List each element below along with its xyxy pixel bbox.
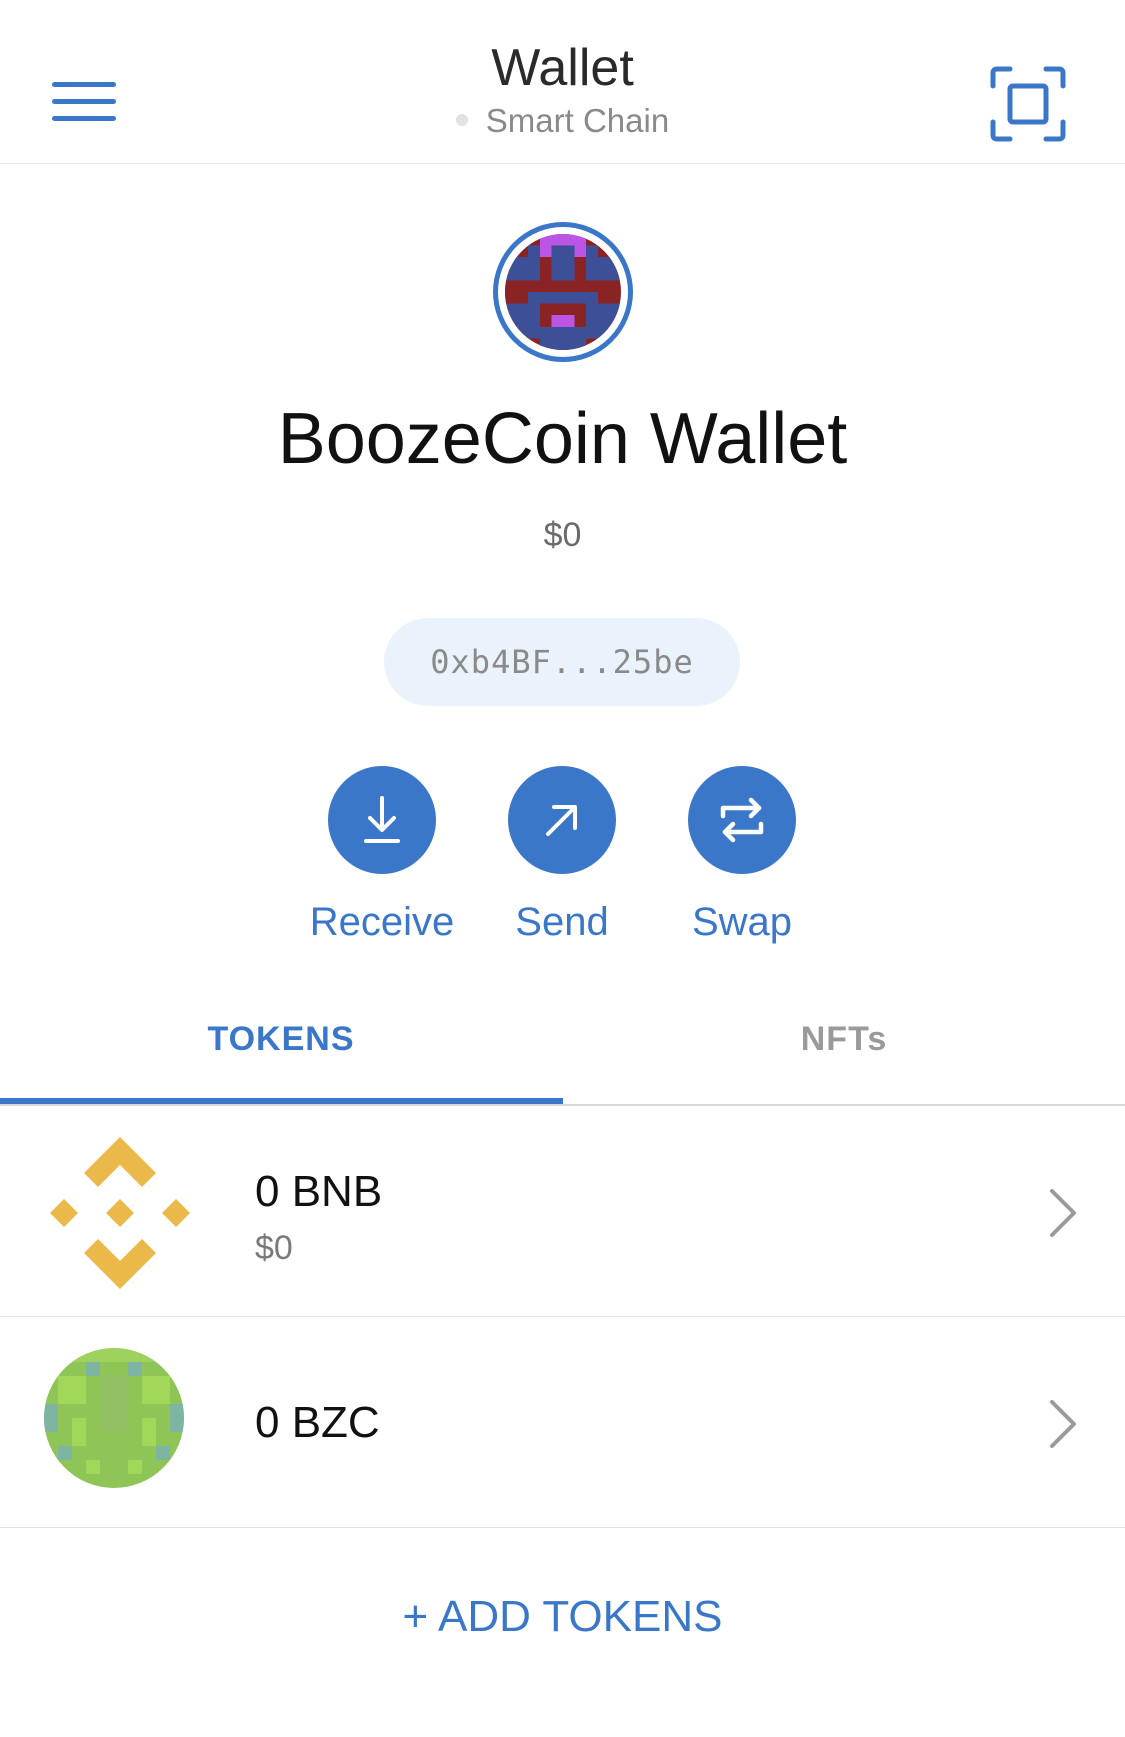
token-fiat-value: $0 [255, 1229, 293, 1267]
account-name[interactable]: BoozeCoin Wallet [0, 398, 1125, 480]
token-amount: 0 BZC [255, 1398, 380, 1447]
account-address-copy[interactable]: 0xb4BF...25be [384, 618, 740, 706]
wallet-screen: Wallet Smart Chain BoozeCoin Wallet $0 0… [0, 0, 1125, 1737]
swap-button[interactable]: Swap [652, 766, 832, 945]
receive-label: Receive [309, 900, 455, 944]
add-tokens-button[interactable]: + ADD TOKENS [0, 1592, 1125, 1642]
account-avatar[interactable] [493, 222, 633, 362]
identicon-icon [505, 234, 621, 350]
send-button[interactable]: Send [472, 766, 652, 945]
download-icon [328, 766, 436, 874]
token-row-bzc[interactable]: 0 BZC [0, 1318, 1125, 1528]
receive-button[interactable]: Receive [292, 766, 472, 945]
token-amount: 0 BNB [255, 1167, 383, 1216]
page-title: Wallet [491, 39, 634, 97]
network-name: Smart Chain [485, 102, 670, 139]
token-row-bnb[interactable]: 0 BNB $0 [0, 1107, 1125, 1317]
tab-nfts[interactable]: NFTs [563, 990, 1125, 1106]
chevron-right-icon [1048, 1187, 1078, 1239]
network-indicator[interactable]: Smart Chain [0, 102, 1125, 140]
tab-tokens[interactable]: TOKENS [0, 990, 562, 1106]
arrow-up-right-icon [508, 766, 616, 874]
send-label: Send [515, 900, 609, 944]
chevron-right-icon [1048, 1398, 1078, 1450]
qr-scan-icon[interactable] [990, 66, 1066, 142]
account-balance: $0 [543, 516, 582, 554]
swap-label: Swap [691, 900, 793, 944]
asset-tabs: TOKENS NFTs [0, 990, 1125, 1106]
top-bar: Wallet Smart Chain [0, 0, 1125, 164]
network-status-dot [455, 114, 468, 127]
tab-divider [0, 1104, 1125, 1106]
bnb-icon [44, 1137, 196, 1294]
bzc-icon [44, 1348, 184, 1493]
swap-icon [688, 766, 796, 874]
